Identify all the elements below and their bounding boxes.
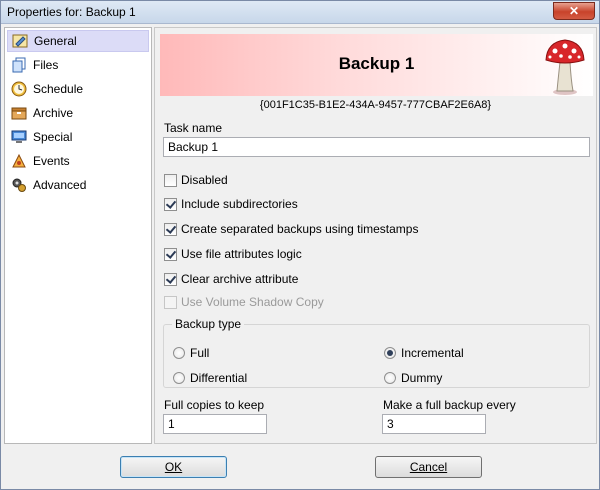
special-icon bbox=[11, 130, 27, 143]
dummy-radio[interactable] bbox=[384, 372, 396, 384]
general-panel: Backup 1 {001F1C35-B1E2-434A-9457-777CBA… bbox=[154, 27, 597, 444]
ok-label: OK bbox=[164, 460, 183, 474]
cancel-button[interactable]: Cancel bbox=[375, 456, 482, 478]
include-subdirectories-label: Include subdirectories bbox=[181, 197, 298, 211]
nav-label-schedule: Schedule bbox=[33, 82, 84, 96]
full-every-input[interactable]: 3 bbox=[382, 414, 486, 434]
volume-shadow-copy-label: Use Volume Shadow Copy bbox=[181, 295, 324, 309]
disabled-label: Disabled bbox=[181, 173, 228, 187]
nav-item-schedule[interactable]: Schedule bbox=[7, 78, 149, 100]
clear-archive-checkbox[interactable] bbox=[164, 272, 177, 286]
dummy-label: Dummy bbox=[401, 371, 443, 385]
option-separated-backups[interactable]: Create separated backups using timestamp… bbox=[164, 221, 418, 237]
events-icon bbox=[12, 153, 26, 168]
full-radio[interactable] bbox=[173, 347, 185, 359]
nav-label-special: Special bbox=[33, 130, 73, 144]
task-guid: {001F1C35-B1E2-434A-9457-777CBAF2E6A8} bbox=[259, 99, 492, 111]
incremental-radio[interactable] bbox=[384, 347, 396, 359]
include-subdirectories-checkbox[interactable] bbox=[164, 197, 177, 211]
option-volume-shadow-copy: Use Volume Shadow Copy bbox=[164, 294, 324, 310]
clear-archive-label: Clear archive attribute bbox=[181, 272, 299, 286]
radio-full[interactable]: Full bbox=[173, 345, 209, 361]
window-title: Properties for: Backup 1 bbox=[7, 5, 136, 19]
nav-item-special[interactable]: Special bbox=[7, 126, 149, 148]
nav-item-advanced[interactable]: Advanced bbox=[7, 174, 149, 196]
backup-type-group: Backup type Full Incremental Differentia… bbox=[163, 317, 590, 388]
nav-label-events: Events bbox=[33, 154, 70, 168]
nav-label-archive: Archive bbox=[33, 106, 74, 120]
file-attributes-checkbox[interactable] bbox=[164, 247, 177, 261]
archive-icon bbox=[11, 107, 27, 120]
full-copies-input[interactable]: 1 bbox=[163, 414, 267, 434]
schedule-icon bbox=[11, 81, 27, 97]
nav-label-general: General bbox=[34, 34, 77, 48]
full-copies-label: Full copies to keep bbox=[164, 398, 265, 412]
radio-differential[interactable]: Differential bbox=[173, 370, 247, 386]
files-icon bbox=[12, 57, 26, 73]
task-name-label: Task name bbox=[164, 121, 223, 135]
category-nav: General Files Schedule Archive Special E… bbox=[4, 27, 152, 444]
ok-button[interactable]: OK bbox=[120, 456, 227, 478]
close-button[interactable]: ✕ bbox=[553, 2, 595, 20]
option-clear-archive[interactable]: Clear archive attribute bbox=[164, 271, 298, 287]
option-file-attributes[interactable]: Use file attributes logic bbox=[164, 246, 302, 262]
task-banner: Backup 1 bbox=[160, 34, 593, 96]
disabled-checkbox[interactable] bbox=[164, 173, 177, 187]
volume-shadow-copy-checkbox bbox=[164, 295, 177, 309]
general-icon bbox=[12, 34, 28, 48]
separated-backups-label: Create separated backups using timestamp… bbox=[181, 222, 419, 236]
option-disabled[interactable]: Disabled bbox=[164, 172, 228, 188]
backup-type-title: Backup type bbox=[172, 317, 245, 331]
nav-item-general[interactable]: General bbox=[7, 30, 149, 52]
cancel-label: Cancel bbox=[409, 460, 448, 474]
nav-item-files[interactable]: Files bbox=[7, 54, 149, 76]
radio-dummy[interactable]: Dummy bbox=[384, 370, 442, 386]
nav-label-advanced: Advanced bbox=[33, 178, 87, 192]
banner-title: Backup 1 bbox=[338, 54, 415, 73]
nav-item-archive[interactable]: Archive bbox=[7, 102, 149, 124]
task-name-input[interactable]: Backup 1 bbox=[163, 137, 590, 157]
file-attributes-label: Use file attributes logic bbox=[181, 247, 302, 261]
mushroom-icon bbox=[545, 39, 585, 95]
full-every-label: Make a full backup every bbox=[383, 398, 516, 412]
differential-radio[interactable] bbox=[173, 372, 185, 384]
differential-label: Differential bbox=[190, 371, 248, 385]
nav-item-events[interactable]: Events bbox=[7, 150, 149, 172]
radio-incremental[interactable]: Incremental bbox=[384, 345, 464, 361]
properties-dialog: Properties for: Backup 1 ✕ General Files bbox=[0, 0, 600, 490]
full-label: Full bbox=[190, 346, 210, 360]
nav-label-files: Files bbox=[33, 58, 59, 72]
separated-backups-checkbox[interactable] bbox=[164, 222, 177, 236]
option-include-subdirectories[interactable]: Include subdirectories bbox=[164, 196, 298, 212]
advanced-icon bbox=[12, 178, 26, 192]
title-bar[interactable]: Properties for: Backup 1 ✕ bbox=[1, 1, 599, 24]
incremental-label: Incremental bbox=[401, 346, 464, 360]
